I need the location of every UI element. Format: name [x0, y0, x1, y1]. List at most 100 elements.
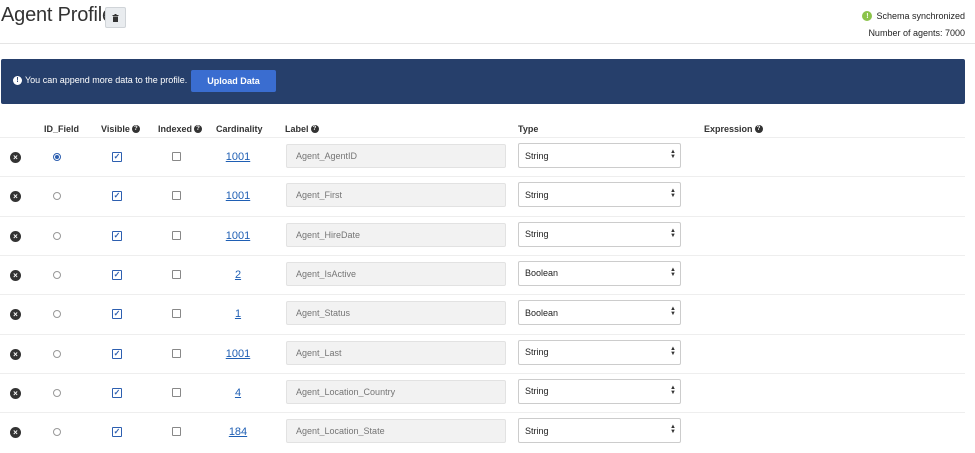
trash-icon [112, 13, 119, 22]
table-row: × ✓ 1001 String ▲▼ [0, 333, 965, 373]
remove-field-icon[interactable]: × [10, 230, 21, 242]
type-select[interactable]: Boolean ▲ ▼ [518, 260, 681, 286]
select-arrows-icon: ▲ ▼ [670, 149, 676, 160]
type-select[interactable]: String ▲ ▼ [518, 378, 681, 404]
label-input[interactable] [286, 183, 506, 208]
table-row: × ✓ 1001 String ▲▼ [0, 215, 965, 255]
indexed-checkbox[interactable] [172, 269, 181, 279]
label-input[interactable] [286, 222, 506, 247]
visible-checkbox[interactable]: ✓ [112, 191, 122, 202]
cardinality-link[interactable]: 184 [218, 426, 258, 438]
indexed-checkbox[interactable] [172, 230, 181, 240]
type-value: String [525, 386, 549, 397]
delete-profile-button[interactable] [105, 7, 126, 28]
type-value: String [525, 189, 549, 200]
type-select[interactable]: String ▲ ▼ [518, 418, 681, 444]
id-field-radio[interactable] [53, 310, 61, 319]
indexed-checkbox[interactable] [172, 191, 181, 201]
schema-status-text: Schema synchronized [876, 11, 965, 21]
id-field-radio[interactable] [53, 349, 61, 358]
select-arrows-icon: ▲ ▼ [670, 227, 676, 239]
indexed-checkbox[interactable] [172, 427, 181, 437]
id-field-radio[interactable] [53, 270, 61, 279]
label-input[interactable] [286, 419, 506, 444]
type-select[interactable]: Boolean ▲ ▼ [518, 300, 681, 326]
cardinality-link[interactable]: 1001 [218, 348, 258, 360]
visible-checkbox[interactable]: ✓ [112, 309, 122, 320]
col-header-type: Type [518, 124, 539, 134]
help-icon[interactable]: ? [194, 125, 203, 133]
table-row: × ✓ 4 String ▲▼ [0, 372, 965, 412]
table-row: × ✓ 1 Boolean ▲▼ [0, 294, 965, 333]
indexed-checkbox[interactable] [172, 309, 181, 319]
type-value: String [525, 425, 549, 436]
help-icon[interactable]: ? [310, 125, 319, 133]
visible-checkbox[interactable]: ✓ [112, 348, 122, 359]
indexed-checkbox[interactable] [172, 152, 181, 161]
label-input[interactable] [286, 261, 506, 286]
help-icon[interactable]: ? [131, 125, 140, 133]
info-icon: ! [13, 75, 22, 85]
remove-field-icon[interactable]: × [10, 348, 21, 360]
table-row: × ✓ 1001 String ▲▼ [0, 176, 965, 215]
remove-field-icon[interactable]: × [10, 269, 21, 281]
label-input[interactable] [286, 379, 506, 404]
col-header-id-field: ID_Field [44, 124, 80, 134]
label-input[interactable] [286, 340, 506, 365]
remove-field-icon[interactable]: × [10, 427, 21, 439]
banner-message: You can append more data to the profile. [25, 75, 188, 85]
visible-checkbox[interactable]: ✓ [112, 427, 122, 438]
remove-field-icon[interactable]: × [10, 387, 21, 399]
remove-field-icon[interactable]: × [10, 309, 21, 321]
page-title: Agent Profile [1, 4, 113, 26]
cardinality-link[interactable]: 1001 [218, 190, 258, 202]
type-select[interactable]: String ▲ ▼ [518, 182, 681, 208]
append-data-banner: ! You can append more data to the profil… [1, 59, 965, 104]
cardinality-link[interactable]: 1001 [218, 151, 258, 163]
select-arrows-icon: ▲ ▼ [670, 345, 676, 357]
help-icon[interactable]: ? [754, 125, 763, 133]
visible-checkbox[interactable]: ✓ [112, 387, 122, 398]
label-input[interactable] [286, 144, 506, 168]
select-arrows-icon: ▲ ▼ [670, 384, 676, 396]
select-arrows-icon: ▲ ▼ [670, 188, 676, 200]
cardinality-link[interactable]: 1 [218, 308, 258, 320]
id-field-radio[interactable] [53, 192, 61, 201]
cardinality-link[interactable]: 1001 [218, 230, 258, 242]
id-field-radio[interactable] [53, 153, 61, 161]
select-arrows-icon: ▲ ▼ [670, 424, 676, 436]
type-select[interactable]: String ▲ ▼ [518, 221, 681, 247]
id-field-radio[interactable] [53, 428, 61, 437]
visible-checkbox[interactable]: ✓ [112, 230, 122, 241]
agent-count: Number of agents: 7000 [868, 28, 965, 38]
type-select[interactable]: String ▲ ▼ [518, 339, 681, 365]
col-header-cardinality: Cardinality [216, 124, 263, 134]
select-arrows-icon: ▲ ▼ [670, 266, 676, 278]
label-input[interactable] [286, 301, 506, 326]
remove-field-icon[interactable]: × [10, 152, 21, 163]
type-value: Boolean [525, 307, 559, 318]
table-row: × ✓ 2 Boolean ▲▼ [0, 254, 965, 294]
cardinality-link[interactable]: 4 [218, 387, 258, 399]
upload-data-button[interactable]: Upload Data [191, 70, 276, 92]
indexed-checkbox[interactable] [172, 348, 181, 358]
type-value: String [525, 150, 549, 161]
visible-checkbox[interactable]: ✓ [112, 152, 122, 162]
table-row: × ✓ 1001 String ▲▼ [0, 137, 965, 176]
status-ok-icon: ! [862, 11, 873, 21]
col-header-visible: Visible? [101, 124, 140, 134]
col-header-label: Label? [285, 124, 319, 134]
schema-status: ! Schema synchronized [862, 11, 965, 21]
id-field-radio[interactable] [53, 231, 61, 240]
id-field-radio[interactable] [53, 388, 61, 397]
type-value: String [525, 229, 549, 240]
indexed-checkbox[interactable] [172, 387, 181, 397]
select-arrows-icon: ▲ ▼ [670, 306, 676, 318]
remove-field-icon[interactable]: × [10, 191, 21, 203]
cardinality-link[interactable]: 2 [218, 269, 258, 281]
type-value: String [525, 347, 549, 357]
type-value: Boolean [525, 268, 559, 279]
visible-checkbox[interactable]: ✓ [112, 269, 122, 280]
type-select[interactable]: String ▲ ▼ [518, 143, 681, 168]
col-header-indexed: Indexed? [158, 124, 203, 134]
